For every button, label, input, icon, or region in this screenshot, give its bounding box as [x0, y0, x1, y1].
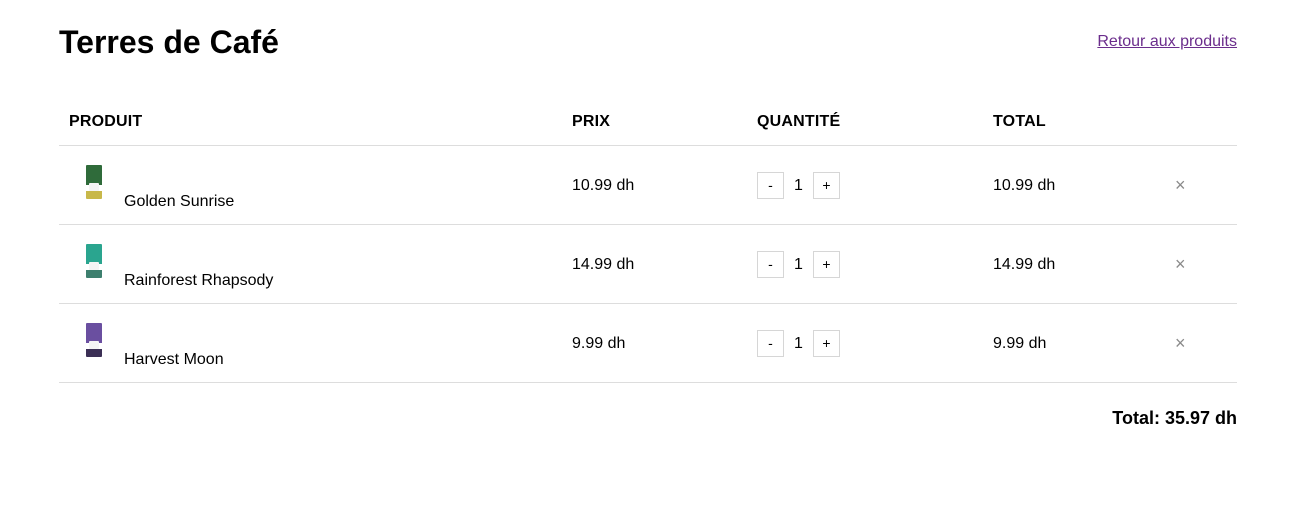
- cart-total: Total: 35.97 dh: [1112, 408, 1237, 428]
- product-name: Harvest Moon: [124, 351, 224, 368]
- decrement-button[interactable]: -: [757, 172, 784, 199]
- line-total: 10.99 dh: [993, 177, 1056, 194]
- table-row: Rainforest Rhapsody 14.99 dh - 1 + 14.99…: [59, 225, 1237, 304]
- decrement-button[interactable]: -: [757, 251, 784, 278]
- product-price: 14.99 dh: [572, 256, 635, 273]
- quantity-stepper: - 1 +: [757, 330, 977, 357]
- column-header-total: TOTAL: [993, 113, 1046, 130]
- product-name: Rainforest Rhapsody: [124, 272, 274, 289]
- cart-page: Terres de Café Retour aux produits PRODU…: [0, 0, 1309, 521]
- increment-button[interactable]: +: [813, 251, 840, 278]
- quantity-stepper: - 1 +: [757, 172, 977, 199]
- quantity-stepper: - 1 +: [757, 251, 977, 278]
- product-price: 9.99 dh: [572, 335, 626, 352]
- product-price: 10.99 dh: [572, 177, 635, 194]
- back-to-products-link[interactable]: Retour aux produits: [1097, 33, 1237, 51]
- table-row: Golden Sunrise 10.99 dh - 1 + 10.99 dh ×: [59, 146, 1237, 225]
- column-header-price: PRIX: [572, 113, 611, 130]
- decrement-button[interactable]: -: [757, 330, 784, 357]
- increment-button[interactable]: +: [813, 172, 840, 199]
- remove-icon[interactable]: ×: [1175, 255, 1191, 273]
- quantity-value: 1: [794, 334, 803, 352]
- product-name: Golden Sunrise: [124, 193, 235, 210]
- column-header-quantity: QUANTITÉ: [757, 113, 841, 130]
- quantity-value: 1: [794, 255, 803, 273]
- cart-table: PRODUIT PRIX QUANTITÉ TOTAL Golden Sunri…: [59, 99, 1237, 383]
- remove-icon[interactable]: ×: [1175, 176, 1191, 194]
- line-total: 9.99 dh: [993, 335, 1047, 352]
- line-total: 14.99 dh: [993, 256, 1056, 273]
- column-header-product: PRODUIT: [69, 113, 143, 130]
- brand-title: Terres de Café: [59, 24, 279, 60]
- increment-button[interactable]: +: [813, 330, 840, 357]
- page-header: Terres de Café Retour aux produits: [59, 20, 1237, 64]
- table-row: Harvest Moon 9.99 dh - 1 + 9.99 dh ×: [59, 304, 1237, 383]
- product-thumbnail: [86, 165, 102, 199]
- product-thumbnail: [86, 323, 102, 357]
- remove-icon[interactable]: ×: [1175, 334, 1191, 352]
- quantity-value: 1: [794, 176, 803, 194]
- product-thumbnail: [86, 244, 102, 278]
- table-header: PRODUIT PRIX QUANTITÉ TOTAL: [59, 99, 1237, 146]
